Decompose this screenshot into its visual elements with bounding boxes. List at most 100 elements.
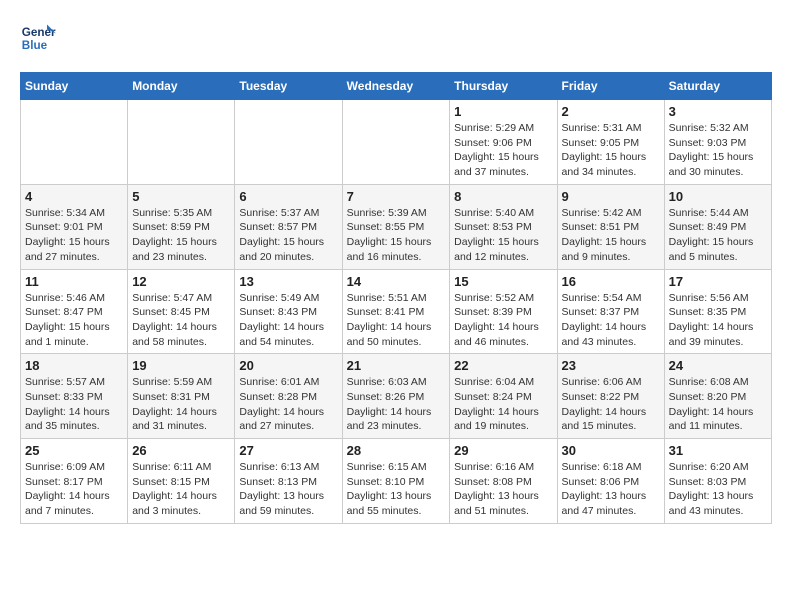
week-row-2: 4 Sunrise: 5:34 AM Sunset: 9:01 PM Daylig… [21,184,772,269]
day-number: 7 [347,189,446,204]
day-info: Sunrise: 6:06 AM Sunset: 8:22 PM Dayligh… [562,375,660,434]
day-info: Sunrise: 5:52 AM Sunset: 8:39 PM Dayligh… [454,291,552,350]
day-number: 26 [132,443,230,458]
day-info: Sunrise: 5:31 AM Sunset: 9:05 PM Dayligh… [562,121,660,180]
calendar-cell: 8 Sunrise: 5:40 AM Sunset: 8:53 PM Daylig… [450,184,557,269]
weekday-header-saturday: Saturday [664,73,771,100]
day-number: 3 [669,104,767,119]
calendar-cell: 15 Sunrise: 5:52 AM Sunset: 8:39 PM Dayli… [450,269,557,354]
calendar-cell: 1 Sunrise: 5:29 AM Sunset: 9:06 PM Daylig… [450,100,557,185]
calendar-cell: 22 Sunrise: 6:04 AM Sunset: 8:24 PM Dayli… [450,354,557,439]
day-number: 15 [454,274,552,289]
day-info: Sunrise: 6:08 AM Sunset: 8:20 PM Dayligh… [669,375,767,434]
calendar-cell: 10 Sunrise: 5:44 AM Sunset: 8:49 PM Dayli… [664,184,771,269]
day-info: Sunrise: 5:47 AM Sunset: 8:45 PM Dayligh… [132,291,230,350]
weekday-header-wednesday: Wednesday [342,73,450,100]
day-info: Sunrise: 6:03 AM Sunset: 8:26 PM Dayligh… [347,375,446,434]
day-info: Sunrise: 5:57 AM Sunset: 8:33 PM Dayligh… [25,375,123,434]
calendar-cell: 12 Sunrise: 5:47 AM Sunset: 8:45 PM Dayli… [128,269,235,354]
day-info: Sunrise: 5:40 AM Sunset: 8:53 PM Dayligh… [454,206,552,265]
day-info: Sunrise: 6:20 AM Sunset: 8:03 PM Dayligh… [669,460,767,519]
calendar-cell: 31 Sunrise: 6:20 AM Sunset: 8:03 PM Dayli… [664,439,771,524]
day-info: Sunrise: 5:39 AM Sunset: 8:55 PM Dayligh… [347,206,446,265]
calendar-cell [235,100,342,185]
day-number: 21 [347,358,446,373]
day-info: Sunrise: 6:13 AM Sunset: 8:13 PM Dayligh… [239,460,337,519]
day-info: Sunrise: 5:54 AM Sunset: 8:37 PM Dayligh… [562,291,660,350]
calendar-cell: 6 Sunrise: 5:37 AM Sunset: 8:57 PM Daylig… [235,184,342,269]
day-info: Sunrise: 5:51 AM Sunset: 8:41 PM Dayligh… [347,291,446,350]
weekday-header-tuesday: Tuesday [235,73,342,100]
day-info: Sunrise: 5:37 AM Sunset: 8:57 PM Dayligh… [239,206,337,265]
calendar-cell: 11 Sunrise: 5:46 AM Sunset: 8:47 PM Dayli… [21,269,128,354]
day-number: 19 [132,358,230,373]
calendar-cell: 23 Sunrise: 6:06 AM Sunset: 8:22 PM Dayli… [557,354,664,439]
day-info: Sunrise: 5:56 AM Sunset: 8:35 PM Dayligh… [669,291,767,350]
calendar-cell [21,100,128,185]
calendar-cell: 2Sunrise: 5:31 AM Sunset: 9:05 PM Daylig… [557,100,664,185]
day-number: 29 [454,443,552,458]
page-header: General Blue [20,20,772,56]
calendar-cell: 20Sunrise: 6:01 AM Sunset: 8:28 PM Dayli… [235,354,342,439]
day-number: 10 [669,189,767,204]
weekday-header-monday: Monday [128,73,235,100]
day-number: 6 [239,189,337,204]
calendar-cell: 24 Sunrise: 6:08 AM Sunset: 8:20 PM Dayli… [664,354,771,439]
weekday-header-thursday: Thursday [450,73,557,100]
calendar-cell: 9 Sunrise: 5:42 AM Sunset: 8:51 PM Daylig… [557,184,664,269]
calendar-cell: 21 Sunrise: 6:03 AM Sunset: 8:26 PM Dayli… [342,354,450,439]
calendar-cell: 17 Sunrise: 5:56 AM Sunset: 8:35 PM Dayli… [664,269,771,354]
calendar-cell: 3 Sunrise: 5:32 AM Sunset: 9:03 PM Daylig… [664,100,771,185]
day-info: Sunrise: 5:34 AM Sunset: 9:01 PM Dayligh… [25,206,123,265]
day-number: 16 [562,274,660,289]
day-info: Sunrise: 6:18 AM Sunset: 8:06 PM Dayligh… [562,460,660,519]
calendar-cell: 26 Sunrise: 6:11 AM Sunset: 8:15 PM Dayli… [128,439,235,524]
day-number: 8 [454,189,552,204]
day-number: 4 [25,189,123,204]
calendar-cell: 7 Sunrise: 5:39 AM Sunset: 8:55 PM Daylig… [342,184,450,269]
day-info: Sunrise: 5:46 AM Sunset: 8:47 PM Dayligh… [25,291,123,350]
day-number: 17 [669,274,767,289]
day-info: Sunrise: 6:15 AM Sunset: 8:10 PM Dayligh… [347,460,446,519]
week-row-5: 25 Sunrise: 6:09 AM Sunset: 8:17 PM Dayli… [21,439,772,524]
day-info: Sunrise: 6:09 AM Sunset: 8:17 PM Dayligh… [25,460,123,519]
day-info: Sunrise: 6:04 AM Sunset: 8:24 PM Dayligh… [454,375,552,434]
day-number: 5 [132,189,230,204]
day-info: Sunrise: 6:01 AM Sunset: 8:28 PM Dayligh… [239,375,337,434]
calendar-cell: 25 Sunrise: 6:09 AM Sunset: 8:17 PM Dayli… [21,439,128,524]
day-number: 13 [239,274,337,289]
day-number: 31 [669,443,767,458]
day-number: 11 [25,274,123,289]
week-row-1: 1 Sunrise: 5:29 AM Sunset: 9:06 PM Daylig… [21,100,772,185]
day-number: 28 [347,443,446,458]
day-number: 12 [132,274,230,289]
day-info: Sunrise: 5:44 AM Sunset: 8:49 PM Dayligh… [669,206,767,265]
day-number: 25 [25,443,123,458]
calendar-cell: 28 Sunrise: 6:15 AM Sunset: 8:10 PM Dayli… [342,439,450,524]
calendar-cell: 29 Sunrise: 6:16 AM Sunset: 8:08 PM Dayli… [450,439,557,524]
calendar-cell: 5 Sunrise: 5:35 AM Sunset: 8:59 PM Daylig… [128,184,235,269]
day-number: 30 [562,443,660,458]
day-number: 23 [562,358,660,373]
calendar-cell: 4 Sunrise: 5:34 AM Sunset: 9:01 PM Daylig… [21,184,128,269]
day-number: 9 [562,189,660,204]
day-number: 14 [347,274,446,289]
day-number: 24 [669,358,767,373]
day-number: 22 [454,358,552,373]
calendar-cell: 30 Sunrise: 6:18 AM Sunset: 8:06 PM Dayli… [557,439,664,524]
day-info: Sunrise: 5:35 AM Sunset: 8:59 PM Dayligh… [132,206,230,265]
logo: General Blue [20,20,60,56]
day-number: 27 [239,443,337,458]
svg-text:Blue: Blue [22,39,48,52]
week-row-3: 11 Sunrise: 5:46 AM Sunset: 8:47 PM Dayli… [21,269,772,354]
day-info: Sunrise: 5:32 AM Sunset: 9:03 PM Dayligh… [669,121,767,180]
weekday-header-sunday: Sunday [21,73,128,100]
day-number: 1 [454,104,552,119]
day-info: Sunrise: 5:49 AM Sunset: 8:43 PM Dayligh… [239,291,337,350]
day-info: Sunrise: 6:11 AM Sunset: 8:15 PM Dayligh… [132,460,230,519]
day-info: Sunrise: 6:16 AM Sunset: 8:08 PM Dayligh… [454,460,552,519]
svg-text:General: General [22,26,56,39]
day-info: Sunrise: 5:42 AM Sunset: 8:51 PM Dayligh… [562,206,660,265]
day-info: Sunrise: 5:29 AM Sunset: 9:06 PM Dayligh… [454,121,552,180]
calendar-cell: 13 Sunrise: 5:49 AM Sunset: 8:43 PM Dayli… [235,269,342,354]
